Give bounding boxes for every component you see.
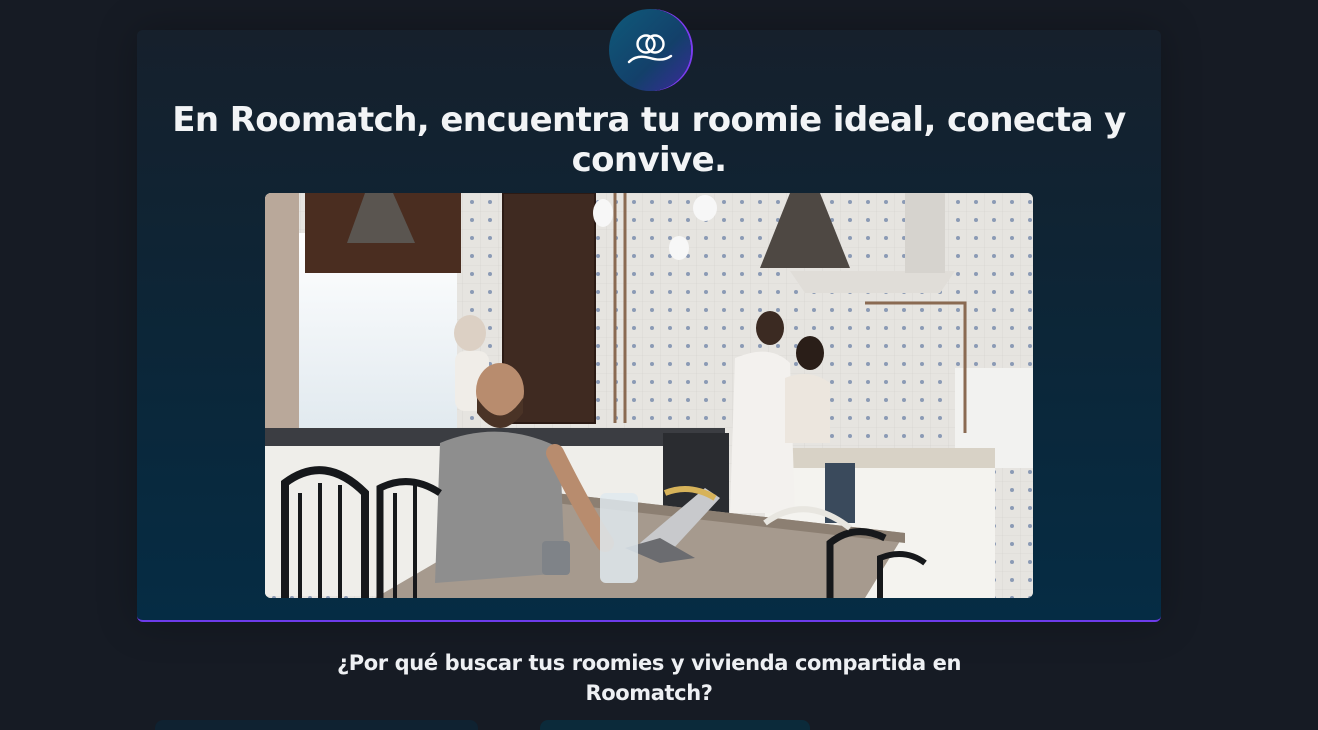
kitchen-photo <box>265 193 1033 598</box>
feature-card <box>155 720 478 730</box>
landing-page: En Roomatch, encuentra tu roomie ideal, … <box>0 0 1318 730</box>
feature-card <box>540 720 810 730</box>
hero-image <box>265 193 1033 598</box>
features-title: ¿Por qué buscar tus roomies y vivienda c… <box>336 651 962 705</box>
roommates-icon <box>627 34 673 64</box>
hero-title: En Roomatch, encuentra tu roomie ideal, … <box>172 100 1126 180</box>
app-logo[interactable] <box>609 9 691 91</box>
